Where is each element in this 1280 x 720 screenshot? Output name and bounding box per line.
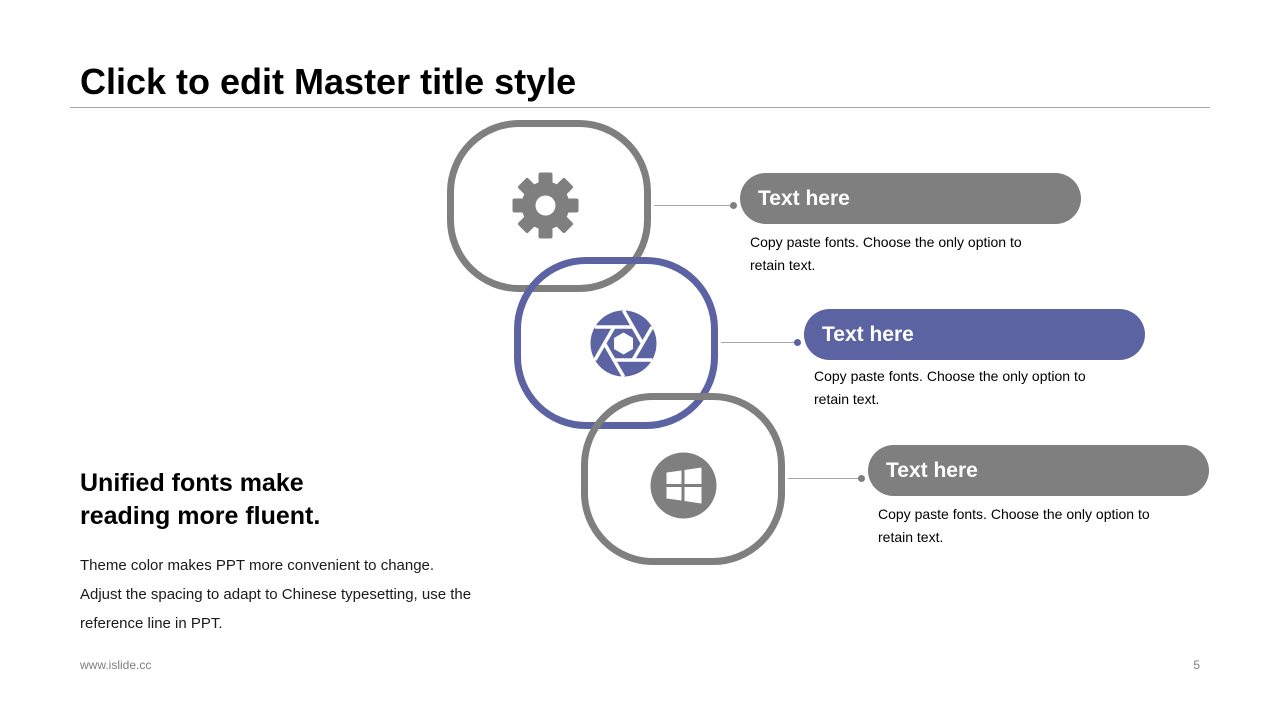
item-description-1-line-1: Copy paste fonts. Choose the only option… — [750, 234, 1022, 250]
page-number: 5 — [1193, 658, 1200, 672]
item-label-3[interactable]: Text here — [868, 445, 1209, 496]
item-description-1[interactable]: Copy paste fonts. Choose the only option… — [750, 231, 1080, 277]
item-description-1-line-2: retain text. — [750, 257, 816, 273]
item-description-2-line-2: retain text. — [814, 391, 880, 407]
item-label-1[interactable]: Text here — [740, 173, 1081, 224]
section-body-line-3: reference line in PPT. — [80, 615, 223, 632]
section-body[interactable]: Theme color makes PPT more convenient to… — [80, 551, 520, 638]
footer-url: www.islide.cc — [80, 658, 152, 672]
gear-icon — [512, 172, 579, 239]
section-heading-line-1: Unified fonts make — [80, 469, 304, 497]
item-description-2[interactable]: Copy paste fonts. Choose the only option… — [814, 365, 1144, 411]
windows-logo-icon — [650, 452, 717, 519]
connector-line-2 — [721, 342, 798, 343]
title-divider — [70, 107, 1210, 108]
connector-line-1 — [654, 205, 734, 206]
connector-line-3 — [788, 478, 862, 479]
slide: Click to edit Master title style Text he… — [0, 0, 1280, 720]
section-heading-line-2: reading more fluent. — [80, 502, 321, 530]
item-description-2-line-1: Copy paste fonts. Choose the only option… — [814, 368, 1086, 384]
section-heading[interactable]: Unified fonts make reading more fluent. — [80, 467, 410, 533]
connector-dot-1 — [730, 202, 737, 209]
slide-title[interactable]: Click to edit Master title style — [80, 60, 576, 104]
item-label-2[interactable]: Text here — [804, 309, 1145, 360]
item-description-3-line-2: retain text. — [878, 529, 944, 545]
connector-dot-3 — [858, 475, 865, 482]
item-description-3[interactable]: Copy paste fonts. Choose the only option… — [878, 503, 1208, 549]
item-description-3-line-1: Copy paste fonts. Choose the only option… — [878, 506, 1150, 522]
connector-dot-2 — [794, 339, 801, 346]
camera-aperture-icon — [590, 310, 657, 377]
section-body-line-1: Theme color makes PPT more convenient to… — [80, 557, 435, 574]
section-body-line-2: Adjust the spacing to adapt to Chinese t… — [80, 586, 472, 603]
